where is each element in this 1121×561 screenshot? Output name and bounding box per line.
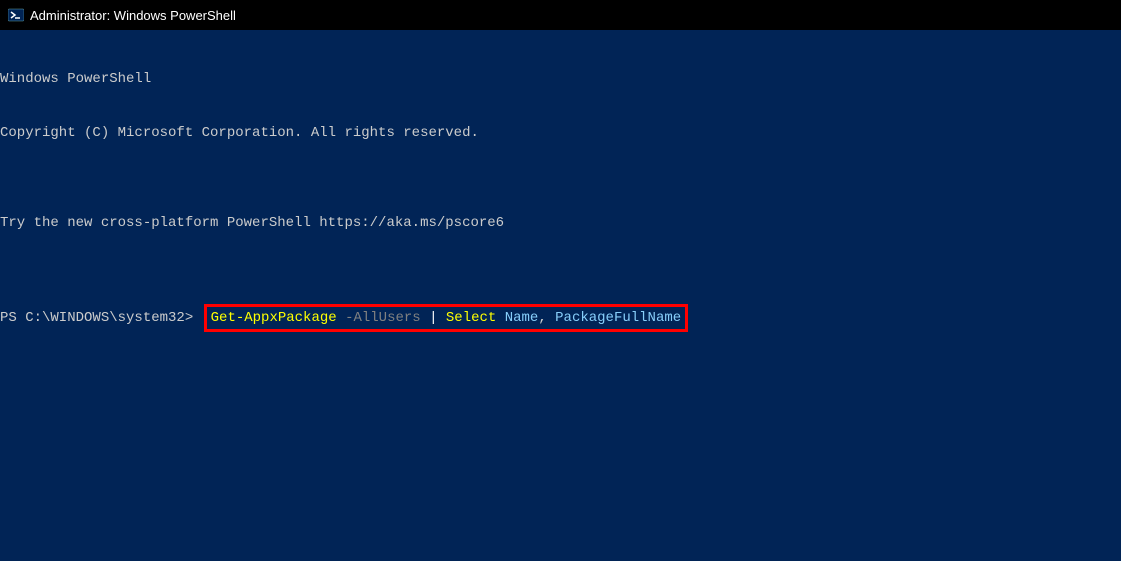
cmdlet: Get-AppxPackage <box>211 309 337 327</box>
select-cmd: Select <box>446 309 505 327</box>
command-highlight: Get-AppxPackage -AllUsers | Select Name … <box>204 304 689 332</box>
title-bar[interactable]: Administrator: Windows PowerShell <box>0 0 1121 30</box>
arg-packagefullname: PackageFullName <box>555 309 681 327</box>
comma: , <box>538 309 555 327</box>
window-title: Administrator: Windows PowerShell <box>30 8 236 23</box>
prompt-line: PS C:\WINDOWS\system32> Get-AppxPackage … <box>0 304 1121 332</box>
copyright-line: Copyright (C) Microsoft Corporation. All… <box>0 124 1121 142</box>
try-line: Try the new cross-platform PowerShell ht… <box>0 214 1121 232</box>
terminal-output[interactable]: Windows PowerShell Copyright (C) Microso… <box>0 30 1121 350</box>
arg-name: Name <box>505 309 539 327</box>
pipe: | <box>429 309 446 327</box>
parameter: -AllUsers <box>337 309 429 327</box>
header-line: Windows PowerShell <box>0 70 1121 88</box>
powershell-icon <box>8 7 24 23</box>
prompt-text: PS C:\WINDOWS\system32> <box>0 309 202 327</box>
